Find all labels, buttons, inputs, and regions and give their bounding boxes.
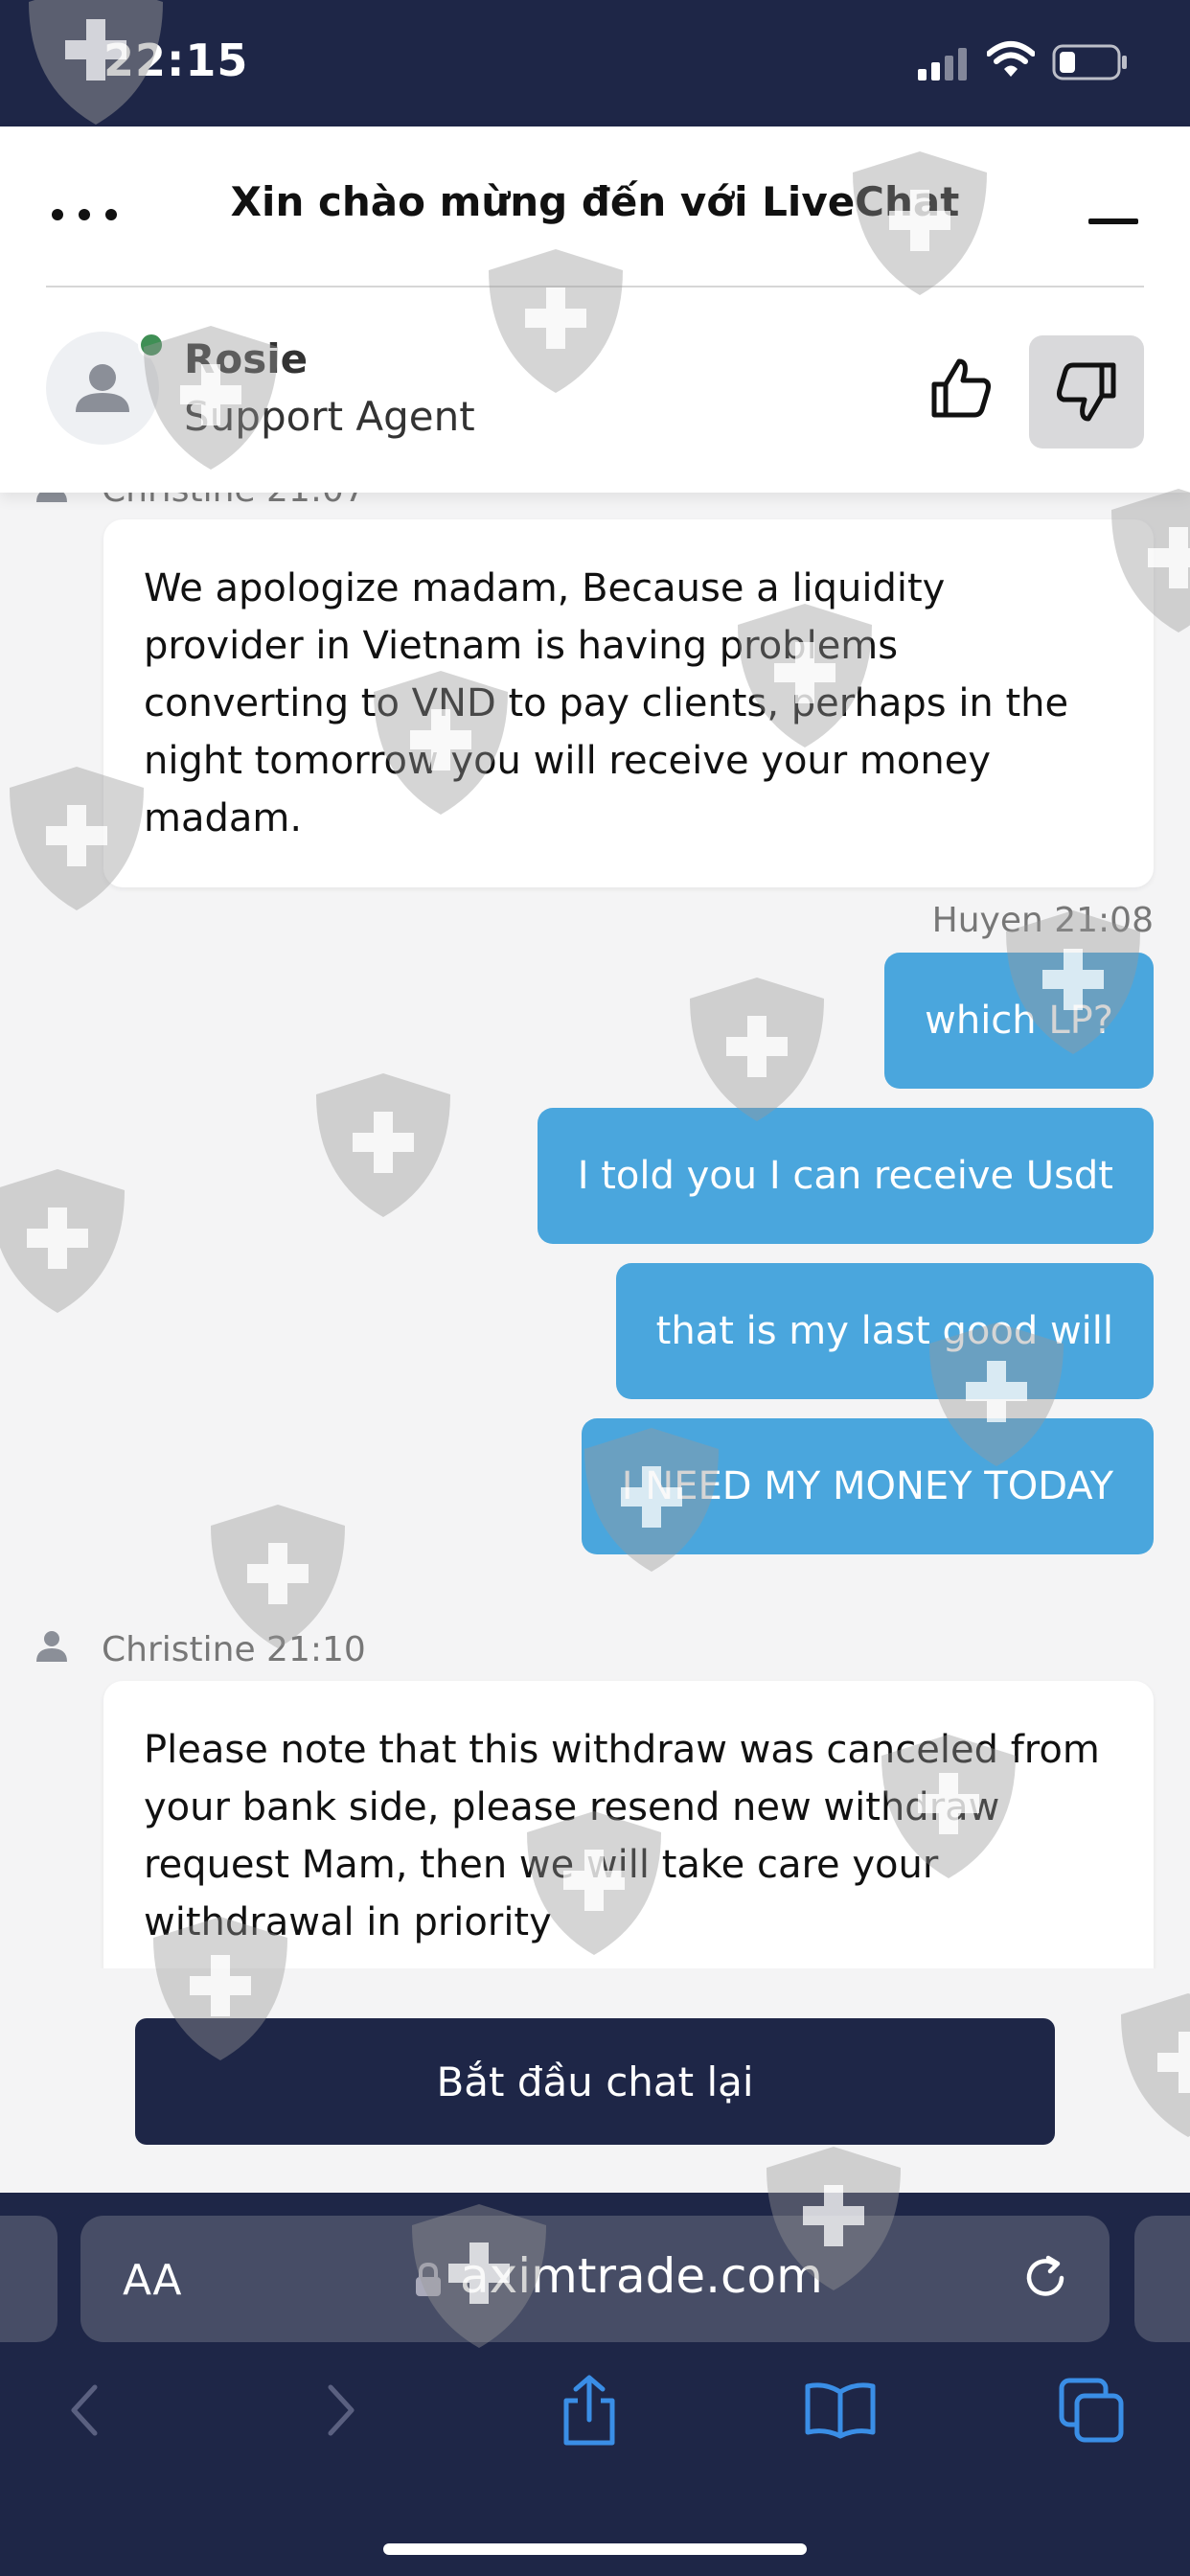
tabs-icon [1059,2378,1124,2443]
message-meta: Christine 21:10 [36,1629,366,1670]
reload-icon[interactable] [1019,2252,1071,2304]
rate-good-button[interactable] [908,335,1014,441]
chat-title: Xin chào mừng đến với LiveChat [230,178,960,225]
lock-icon [416,2262,441,2296]
thumbs-up-icon [931,358,991,418]
url-text: aximtrade.com [460,2248,823,2304]
book-icon [805,2382,876,2439]
rate-bad-button[interactable] [1029,335,1144,448]
user-message-bubble: I told you I can receive Usdt [537,1108,1154,1244]
browser-nav-row [0,2367,1190,2472]
person-icon [36,1629,67,1670]
user-message-bubble: which LP? [884,953,1154,1089]
address-bar[interactable]: AA aximtrade.com [80,2216,1110,2342]
thumbs-down-icon [1057,362,1116,422]
user-message-bubble: I NEED MY MONEY TODAY [581,1418,1154,1554]
next-tab-preview[interactable] [1134,2216,1190,2342]
header-divider [46,286,1144,288]
agent-name: Rosie [184,335,309,382]
share-button[interactable] [546,2367,632,2453]
forward-button[interactable] [297,2367,383,2453]
minimize-button[interactable] [1088,218,1138,224]
more-options-icon[interactable] [52,199,119,228]
chevron-left-icon [71,2384,98,2436]
browser-toolbar: AA aximtrade.com [0,2193,1190,2576]
online-status-dot [138,332,165,358]
watermark-shield-icon [1121,1993,1190,2137]
cellular-signal-icon [918,48,967,80]
home-indicator [383,2543,807,2555]
restart-chat-button[interactable]: Bắt đầu chat lại [135,2018,1055,2145]
agent-role: Support Agent [184,393,475,440]
share-icon [563,2375,615,2446]
status-bar: 22:15 [0,0,1190,126]
battery-icon [1052,44,1127,80]
user-message-bubble: that is my last good will [615,1263,1154,1399]
message-meta: Huyen 21:08 [931,901,1154,940]
text-size-button[interactable]: AA [123,2256,181,2305]
wifi-icon [987,41,1035,77]
agent-message-bubble: We apologize madam, Because a liquidity … [103,519,1154,887]
chat-messages[interactable]: Christine 21:07 We apologize madam, Beca… [0,450,1190,1968]
back-button[interactable] [42,2367,128,2453]
bookmarks-button[interactable] [797,2367,883,2453]
agent-message-bubble: Please note that this withdraw was cance… [103,1681,1154,1968]
chat-header: Xin chào mừng đến với LiveChat Rosie Sup… [0,126,1190,493]
chevron-right-icon [328,2384,355,2436]
previous-tab-preview[interactable] [0,2216,57,2342]
status-time: 22:15 [103,34,249,86]
tabs-button[interactable] [1048,2367,1134,2453]
